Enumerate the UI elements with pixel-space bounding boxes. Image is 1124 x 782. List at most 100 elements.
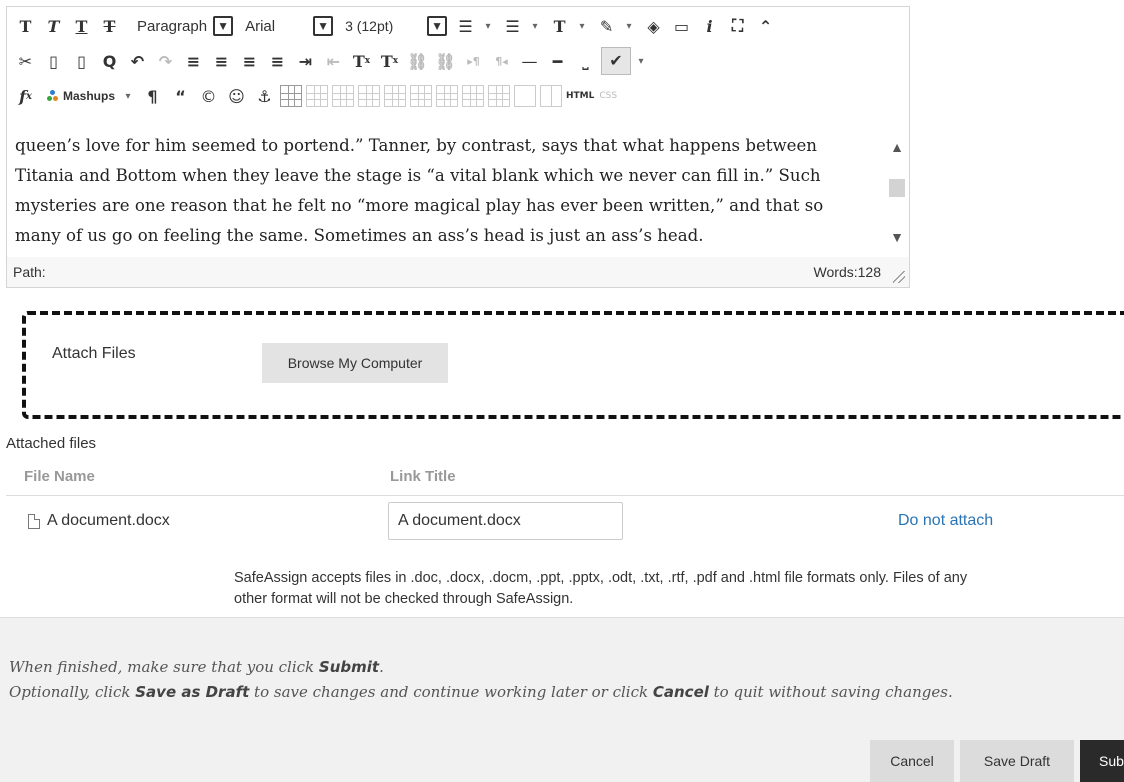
align-left-icon[interactable]: ≡	[181, 48, 206, 74]
toolbar-row-1: T T T T Paragraph ▼ Arial ▼ 3 (12pt) ▼ ☰…	[7, 9, 781, 43]
text-editor: T T T T Paragraph ▼ Arial ▼ 3 (12pt) ▼ ☰…	[6, 6, 910, 288]
cancel-button[interactable]: Cancel	[870, 740, 954, 782]
instruction-text: to save changes and continue working lat…	[249, 683, 653, 701]
chevron-up-icon[interactable]: ▲	[887, 137, 907, 157]
delete-col-icon[interactable]	[488, 85, 511, 107]
instruction-text: When finished, make sure that you click	[9, 658, 319, 676]
chevron-down-icon[interactable]: ▾	[634, 48, 648, 74]
merge-cells-icon[interactable]	[540, 85, 563, 107]
delete-row-icon[interactable]	[410, 85, 433, 107]
path-label: Path:	[13, 264, 46, 280]
chevron-down-icon: ▼	[213, 16, 234, 36]
thick-rule-icon[interactable]: ━	[545, 48, 570, 74]
insert-table-icon[interactable]	[280, 85, 303, 107]
insert-row-after-icon[interactable]	[384, 85, 407, 107]
toolbar-row-3: fx Mashups ▾ ¶ “ © ☺ ⚓ HTML CSS	[7, 79, 622, 113]
chevron-down-icon[interactable]: ▾	[622, 13, 636, 39]
emoticon-icon[interactable]: ☺	[224, 83, 249, 109]
chevron-down-icon[interactable]: ▾	[575, 13, 589, 39]
spellcheck-icon[interactable]: ✔	[601, 47, 631, 75]
chevron-down-icon[interactable]: ▼	[887, 227, 907, 247]
underline-button[interactable]: T	[69, 13, 94, 39]
link-title-input[interactable]	[388, 502, 623, 540]
chevron-down-icon[interactable]: ▾	[528, 13, 542, 39]
safeassign-note-line: other format will not be checked through…	[234, 591, 574, 607]
indent-icon[interactable]: ⇥	[293, 48, 318, 74]
italic-button[interactable]: T	[41, 13, 66, 39]
save-draft-button[interactable]: Save Draft	[960, 740, 1074, 782]
table-row-props-icon[interactable]	[306, 85, 329, 107]
instruction-line-1: When finished, make sure that you click …	[9, 655, 953, 680]
chevron-down-icon: ▼	[427, 16, 448, 36]
copy-icon[interactable]: ▯	[41, 48, 66, 74]
split-cells-icon[interactable]	[514, 85, 537, 107]
undo-icon[interactable]: ↶	[125, 48, 150, 74]
blockquote-icon[interactable]: “	[168, 83, 193, 109]
cut-icon[interactable]: ✂	[13, 48, 38, 74]
subscript-icon[interactable]: Tx	[377, 48, 402, 74]
scrollbar-thumb[interactable]	[889, 179, 905, 197]
ltr-icon[interactable]: ▸¶	[461, 48, 486, 74]
chevron-down-icon[interactable]: ▾	[121, 83, 135, 109]
redo-icon[interactable]: ↷	[153, 48, 178, 74]
browse-my-computer-button[interactable]: Browse My Computer	[262, 343, 448, 383]
align-center-icon[interactable]: ≡	[209, 48, 234, 74]
css-button[interactable]: CSS	[599, 83, 617, 109]
horizontal-rule-icon[interactable]: —	[517, 48, 542, 74]
instruction-bold: Cancel	[652, 683, 709, 701]
anchor-icon[interactable]: ⚓	[252, 83, 277, 109]
insert-row-before-icon[interactable]	[358, 85, 381, 107]
paste-icon[interactable]: ▯	[69, 48, 94, 74]
font-family-select[interactable]: Arial ▼	[239, 15, 334, 37]
column-header-file-name: File Name	[24, 468, 95, 485]
unlink-icon[interactable]: ⛓	[433, 48, 458, 74]
info-icon[interactable]: i	[697, 13, 722, 39]
html-source-button[interactable]: HTML	[566, 83, 594, 109]
column-header-link-title: Link Title	[390, 468, 456, 485]
fullscreen-icon[interactable]: ⛶	[725, 13, 750, 39]
copyright-icon[interactable]: ©	[196, 83, 221, 109]
bold-button[interactable]: T	[13, 13, 38, 39]
superscript-icon[interactable]: Tx	[349, 48, 374, 74]
math-fx-icon[interactable]: fx	[13, 83, 38, 109]
preview-monitor-icon[interactable]: ▭	[669, 13, 694, 39]
rtl-icon[interactable]: ¶◂	[489, 48, 514, 74]
editor-statusbar: Path: Words:128	[7, 257, 909, 287]
block-format-select[interactable]: Paragraph ▼	[131, 15, 234, 37]
table-cell-props-icon[interactable]	[332, 85, 355, 107]
editor-line: many of us go on feeling the same. Somet…	[15, 226, 704, 245]
do-not-attach-link[interactable]: Do not attach	[898, 512, 993, 530]
insert-col-before-icon[interactable]	[436, 85, 459, 107]
strikethrough-button[interactable]: T	[97, 13, 122, 39]
word-count: Words:128	[813, 264, 881, 280]
nonbreaking-space-icon[interactable]: ⎵	[573, 48, 598, 74]
font-size-value: 3 (12pt)	[345, 18, 394, 34]
insert-col-after-icon[interactable]	[462, 85, 485, 107]
collapse-toolbar-icon[interactable]: ⌃	[753, 13, 778, 39]
align-right-icon[interactable]: ≡	[237, 48, 262, 74]
mashups-menu[interactable]: Mashups	[41, 84, 121, 108]
eraser-icon[interactable]: ◈	[641, 13, 666, 39]
bullet-list-icon[interactable]: ☰	[453, 13, 478, 39]
submit-instructions: When finished, make sure that you click …	[9, 655, 953, 705]
editor-content[interactable]: queen’s love for him seemed to portend.”…	[7, 123, 883, 257]
document-icon	[28, 513, 40, 529]
text-color-icon[interactable]: T	[547, 13, 572, 39]
highlight-pen-icon[interactable]: ✎	[594, 13, 619, 39]
submit-button[interactable]: Submit	[1080, 740, 1124, 782]
editor-scrollbar[interactable]: ▲ ▼	[887, 137, 907, 247]
instruction-text: to quit without saving changes.	[708, 683, 953, 701]
resize-handle-icon[interactable]	[893, 271, 905, 283]
attach-files-dropzone[interactable]	[22, 311, 1124, 419]
paragraph-mark-icon[interactable]: ¶	[140, 83, 165, 109]
align-justify-icon[interactable]: ≡	[265, 48, 290, 74]
outdent-icon[interactable]: ⇤	[321, 48, 346, 74]
font-size-select[interactable]: 3 (12pt) ▼	[339, 15, 448, 37]
attach-files-label: Attach Files	[52, 345, 136, 362]
chevron-down-icon[interactable]: ▾	[481, 13, 495, 39]
safeassign-note: SafeAssign accepts files in .doc, .docx,…	[234, 568, 1124, 610]
find-icon[interactable]: Q	[97, 48, 122, 74]
link-icon[interactable]: ⛓	[405, 48, 430, 74]
numbered-list-icon[interactable]: ☰	[500, 13, 525, 39]
mashups-icon	[47, 90, 59, 102]
